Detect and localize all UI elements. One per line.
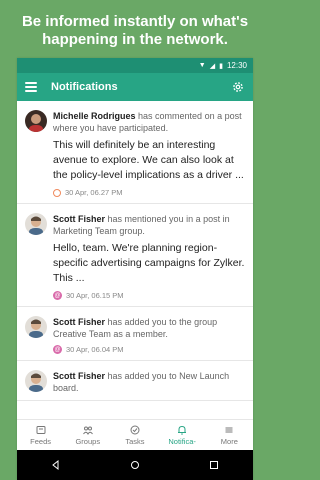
signal-icon: ▼ — [198, 62, 206, 69]
actor-name[interactable]: Michelle Rodrigues — [53, 111, 136, 121]
bottom-nav: Feeds Groups Tasks Notifica- More — [17, 419, 253, 450]
nav-notifications[interactable]: Notifica- — [160, 424, 204, 446]
tasks-icon — [130, 425, 140, 435]
status-bar: ▼ ◢ ▮ 12:30 — [17, 58, 253, 73]
promo-line-1: Be informed instantly on what's — [21, 13, 249, 30]
actor-name[interactable]: Scott Fisher — [53, 317, 105, 327]
feeds-icon — [36, 426, 46, 434]
app-bar: Notifications — [17, 73, 253, 101]
avatar — [25, 316, 47, 338]
menu-icon[interactable] — [25, 82, 37, 92]
cellular-icon: ◢ — [209, 62, 216, 70]
avatar — [25, 110, 47, 132]
notification-item[interactable]: Scott Fisher has added you to the group … — [17, 307, 253, 361]
comment-badge-icon — [53, 188, 61, 197]
notification-time: 30 Apr, 06.27 PM — [65, 188, 123, 197]
system-nav-bar — [17, 450, 253, 480]
gear-icon[interactable] — [231, 80, 245, 94]
notification-time: 30 Apr, 06.04 PM — [66, 345, 124, 354]
notification-time: 30 Apr, 06.15 PM — [66, 291, 124, 300]
avatar — [25, 213, 47, 235]
nav-groups[interactable]: Groups — [66, 424, 110, 446]
notification-list: Michelle Rodrigues has commented on a po… — [17, 101, 253, 420]
phone-screen: ▼ ◢ ▮ 12:30 Notifications Michelle Rodri… — [17, 58, 253, 480]
nav-more[interactable]: More — [207, 424, 251, 446]
notification-content: Hello, team. We're planning region-speci… — [53, 242, 245, 284]
nav-feeds-label: Feeds — [30, 437, 52, 446]
nav-groups-label: Groups — [75, 437, 101, 446]
avatar — [25, 370, 47, 392]
battery-icon: ▮ — [219, 62, 223, 70]
recents-icon[interactable] — [208, 459, 220, 471]
notification-item[interactable]: Michelle Rodrigues has commented on a po… — [17, 101, 253, 204]
status-time: 12:30 — [226, 61, 247, 70]
nav-more-label: More — [220, 437, 238, 446]
notification-item[interactable]: Scott Fisher has added you to New Launch… — [17, 361, 253, 401]
notification-item[interactable]: Scott Fisher has mentioned you in a post… — [17, 204, 253, 307]
promo-banner: Be informed instantly on what's happenin… — [0, 0, 270, 60]
nav-feeds[interactable]: Feeds — [19, 424, 63, 446]
bell-icon — [178, 425, 187, 435]
actor-name[interactable]: Scott Fisher — [53, 214, 105, 224]
page-title: Notifications — [51, 81, 118, 93]
promo-line-2: happening in the network. — [42, 31, 228, 48]
back-icon[interactable] — [50, 459, 62, 471]
groups-icon — [82, 426, 93, 436]
nav-tasks-label: Tasks — [125, 437, 145, 446]
actor-name[interactable]: Scott Fisher — [53, 371, 105, 381]
group-badge-icon: @ — [53, 345, 62, 354]
nav-notifications-label: Notifica- — [168, 437, 196, 446]
nav-tasks[interactable]: Tasks — [113, 424, 157, 446]
home-icon[interactable] — [129, 459, 141, 471]
more-icon — [225, 427, 233, 433]
mention-badge-icon: @ — [53, 291, 62, 300]
notification-content: This will definitely be an interesting a… — [53, 139, 244, 181]
